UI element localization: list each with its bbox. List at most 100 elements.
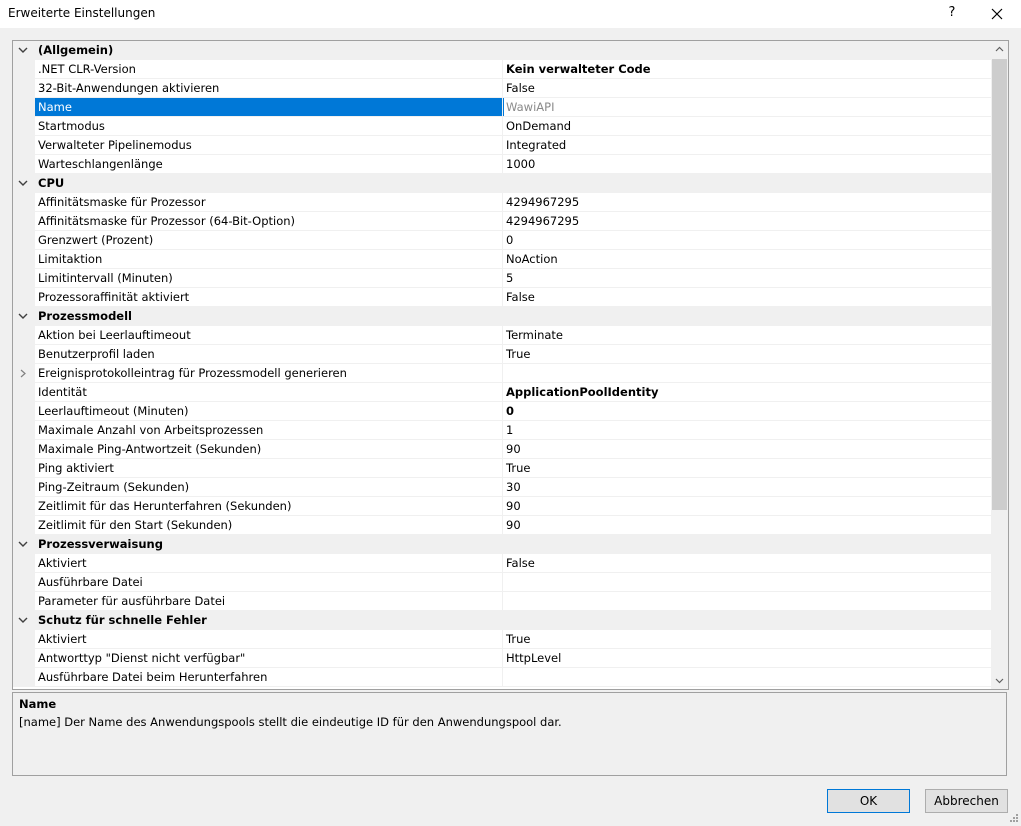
property-row[interactable]: Parameter für ausführbare Datei (13, 592, 995, 611)
property-name[interactable]: Ereignisprotokolleintrag für Prozessmode… (35, 364, 504, 383)
chevron-down-icon[interactable] (17, 45, 29, 56)
property-name[interactable]: Maximale Ping-Antwortzeit (Sekunden) (35, 440, 504, 459)
category-row[interactable]: (Allgemein) (13, 41, 991, 60)
ok-button[interactable]: OK (827, 789, 910, 813)
close-button[interactable] (982, 2, 1012, 26)
scroll-thumb[interactable] (992, 59, 1007, 510)
property-row[interactable]: Verwalteter Pipelinemodus Integrated (13, 136, 995, 155)
property-row[interactable]: Ereignisprotokolleintrag für Prozessmode… (13, 364, 995, 383)
property-row[interactable]: Aktion bei Leerlauftimeout Terminate (13, 326, 995, 345)
property-name[interactable]: Zeitlimit für das Herunterfahren (Sekund… (35, 497, 504, 516)
property-value[interactable] (502, 668, 995, 687)
property-value[interactable]: 90 (502, 440, 995, 459)
property-value[interactable]: Kein verwalteter Code (502, 60, 995, 79)
property-row[interactable]: .NET CLR-Version Kein verwalteter Code (13, 60, 995, 79)
category-row[interactable]: CPU (13, 174, 991, 193)
property-name[interactable]: Name (35, 98, 504, 117)
property-name[interactable]: Prozessoraffinität aktiviert (35, 288, 504, 307)
property-value[interactable]: 5 (502, 269, 995, 288)
property-row[interactable]: Prozessoraffinität aktiviert False (13, 288, 995, 307)
property-row[interactable]: Limitintervall (Minuten) 5 (13, 269, 995, 288)
property-value[interactable]: 30 (502, 478, 995, 497)
scroll-down-button[interactable] (991, 672, 1008, 689)
property-value[interactable]: False (502, 79, 995, 98)
property-value[interactable]: 0 (502, 402, 995, 421)
property-name[interactable]: .NET CLR-Version (35, 60, 504, 79)
property-row[interactable]: Startmodus OnDemand (13, 117, 995, 136)
property-name[interactable]: Parameter für ausführbare Datei (35, 592, 504, 611)
property-row[interactable]: Zeitlimit für das Herunterfahren (Sekund… (13, 497, 995, 516)
property-row[interactable]: 32-Bit-Anwendungen aktivieren False (13, 79, 995, 98)
property-name[interactable]: Affinitätsmaske für Prozessor (64-Bit-Op… (35, 212, 504, 231)
property-row[interactable]: Identität ApplicationPoolIdentity (13, 383, 995, 402)
property-row[interactable]: Aktiviert True (13, 630, 995, 649)
property-row[interactable]: Ping-Zeitraum (Sekunden) 30 (13, 478, 995, 497)
property-name[interactable]: Grenzwert (Prozent) (35, 231, 504, 250)
property-name[interactable]: Ausführbare Datei (35, 573, 504, 592)
chevron-down-icon[interactable] (17, 178, 29, 189)
property-name[interactable]: Aktiviert (35, 630, 504, 649)
property-value[interactable]: 4294967295 (502, 212, 995, 231)
property-value[interactable]: 1000 (502, 155, 995, 174)
property-name[interactable]: Ping aktiviert (35, 459, 504, 478)
resize-grip-icon[interactable] (1009, 813, 1019, 823)
property-value[interactable]: 90 (502, 516, 995, 535)
property-name[interactable]: 32-Bit-Anwendungen aktivieren (35, 79, 504, 98)
property-value[interactable]: False (502, 554, 995, 573)
property-name[interactable]: Limitaktion (35, 250, 504, 269)
property-value[interactable]: NoAction (502, 250, 995, 269)
chevron-down-icon[interactable] (17, 311, 29, 322)
property-name[interactable]: Antworttyp "Dienst nicht verfügbar" (35, 649, 504, 668)
category-row[interactable]: Prozessmodell (13, 307, 991, 326)
chevron-down-icon[interactable] (17, 539, 29, 550)
help-button[interactable]: ? (938, 2, 966, 26)
property-value[interactable] (502, 364, 995, 383)
property-name[interactable]: Maximale Anzahl von Arbeitsprozessen (35, 421, 504, 440)
property-value[interactable]: 0 (502, 231, 995, 250)
property-row[interactable]: Antworttyp "Dienst nicht verfügbar" HttpL… (13, 649, 995, 668)
property-value[interactable]: True (502, 459, 995, 478)
property-name[interactable]: Verwalteter Pipelinemodus (35, 136, 504, 155)
property-value[interactable]: 4294967295 (502, 193, 995, 212)
property-name[interactable]: Limitintervall (Minuten) (35, 269, 504, 288)
cancel-button[interactable]: Abbrechen (925, 789, 1008, 813)
property-value[interactable]: OnDemand (502, 117, 995, 136)
property-value[interactable] (502, 592, 995, 611)
property-value[interactable] (502, 573, 995, 592)
property-row[interactable]: Benutzerprofil laden True (13, 345, 995, 364)
property-name[interactable]: Leerlauftimeout (Minuten) (35, 402, 504, 421)
category-row[interactable]: Prozessverwaisung (13, 535, 991, 554)
property-row[interactable]: Aktiviert False (13, 554, 995, 573)
property-name[interactable]: Startmodus (35, 117, 504, 136)
scroll-up-button[interactable] (991, 41, 1008, 58)
property-name[interactable]: Benutzerprofil laden (35, 345, 504, 364)
property-value[interactable]: Terminate (502, 326, 995, 345)
property-name[interactable]: Affinitätsmaske für Prozessor (35, 193, 504, 212)
vertical-scrollbar[interactable] (991, 41, 1008, 689)
property-name[interactable]: Warteschlangenlänge (35, 155, 504, 174)
property-value[interactable]: True (502, 630, 995, 649)
property-row[interactable]: Leerlauftimeout (Minuten) 0 (13, 402, 995, 421)
property-value[interactable]: True (502, 345, 995, 364)
property-value[interactable]: HttpLevel (502, 649, 995, 668)
property-row[interactable]: Zeitlimit für den Start (Sekunden) 90 (13, 516, 995, 535)
property-row[interactable]: Warteschlangenlänge 1000 (13, 155, 995, 174)
property-row[interactable]: Limitaktion NoAction (13, 250, 995, 269)
property-value[interactable]: WawiAPI (502, 98, 995, 117)
category-row[interactable]: Schutz für schnelle Fehler (13, 611, 991, 630)
property-row[interactable]: Affinitätsmaske für Prozessor 4294967295 (13, 193, 995, 212)
property-row[interactable]: Ausführbare Datei (13, 573, 995, 592)
property-name[interactable]: Aktion bei Leerlauftimeout (35, 326, 504, 345)
property-name[interactable]: Ausführbare Datei beim Herunterfahren (35, 668, 504, 687)
property-row[interactable]: Maximale Ping-Antwortzeit (Sekunden) 90 (13, 440, 995, 459)
property-name[interactable]: Ping-Zeitraum (Sekunden) (35, 478, 504, 497)
property-value[interactable]: False (502, 288, 995, 307)
property-row[interactable]: Name WawiAPI (13, 98, 995, 117)
property-row[interactable]: Ausführbare Datei beim Herunterfahren (13, 668, 995, 687)
property-name[interactable]: Zeitlimit für den Start (Sekunden) (35, 516, 504, 535)
property-row[interactable]: Grenzwert (Prozent) 0 (13, 231, 995, 250)
property-value[interactable]: ApplicationPoolIdentity (502, 383, 995, 402)
property-row[interactable]: Maximale Anzahl von Arbeitsprozessen 1 (13, 421, 995, 440)
property-value[interactable]: 1 (502, 421, 995, 440)
chevron-down-icon[interactable] (17, 615, 29, 626)
